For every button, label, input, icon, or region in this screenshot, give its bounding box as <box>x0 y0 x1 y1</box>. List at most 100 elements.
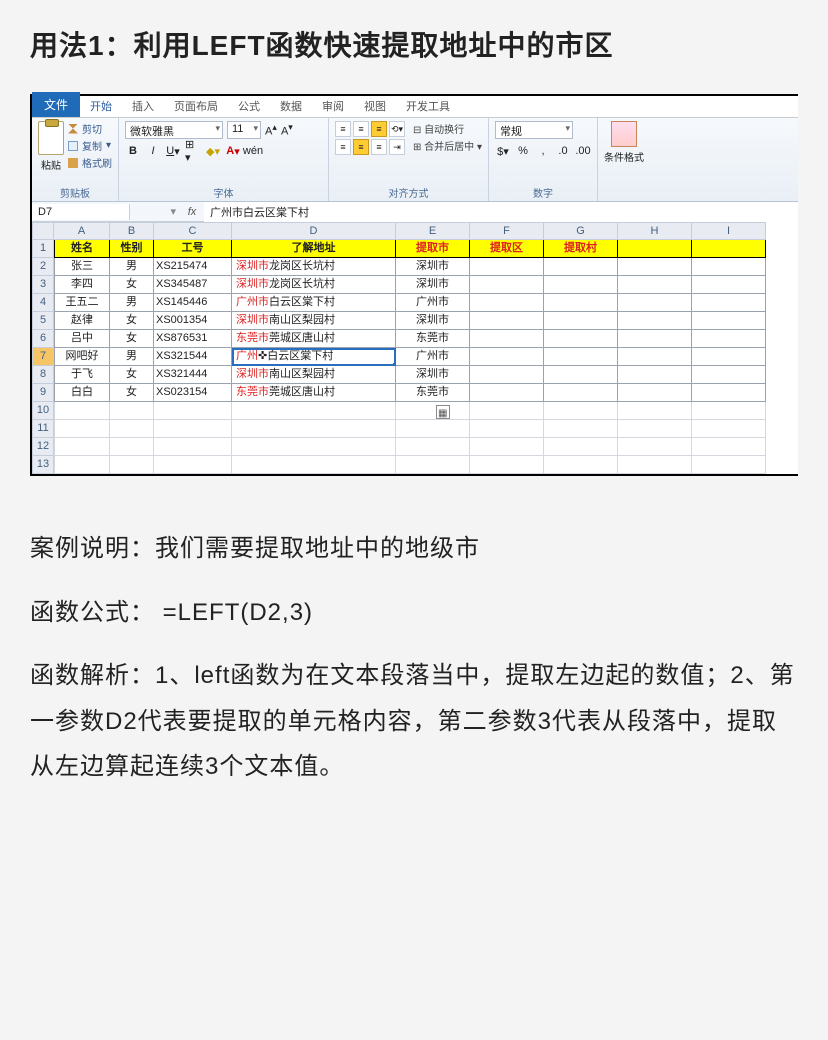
cut-button[interactable]: 剪切 <box>68 121 112 136</box>
header-cell-H[interactable] <box>618 240 692 258</box>
cell-E13[interactable] <box>396 456 470 474</box>
cell-D9[interactable]: 东莞市莞城区唐山村 <box>232 384 396 402</box>
cell-E5[interactable]: 深圳市 <box>396 312 470 330</box>
cell-E11[interactable] <box>396 420 470 438</box>
cell-H13[interactable] <box>618 456 692 474</box>
cell-D12[interactable] <box>232 438 396 456</box>
cell-G10[interactable] <box>544 402 618 420</box>
col-header-D[interactable]: D <box>232 222 396 240</box>
tab-view[interactable]: 视图 <box>354 95 396 117</box>
cell-G4[interactable] <box>544 294 618 312</box>
cell-H10[interactable] <box>618 402 692 420</box>
col-header-C[interactable]: C <box>154 222 232 240</box>
cell-G6[interactable] <box>544 330 618 348</box>
cell-E9[interactable]: 东莞市 <box>396 384 470 402</box>
cell-C5[interactable]: XS001354 <box>154 312 232 330</box>
cell-F11[interactable] <box>470 420 544 438</box>
cell-D5[interactable]: 深圳市南山区梨园村 <box>232 312 396 330</box>
cell-B11[interactable] <box>110 420 154 438</box>
cell-H4[interactable] <box>618 294 692 312</box>
cell-B10[interactable] <box>110 402 154 420</box>
border-button[interactable]: ⊞ ▾ <box>185 143 201 159</box>
row-header-5[interactable]: 5 <box>32 312 54 330</box>
row-header-8[interactable]: 8 <box>32 366 54 384</box>
cell-D3[interactable]: 深圳市龙岗区长坑村 <box>232 276 396 294</box>
cell-H7[interactable] <box>618 348 692 366</box>
cell-D4[interactable]: 广州市白云区棠下村 <box>232 294 396 312</box>
cell-I10[interactable] <box>692 402 766 420</box>
row-header-12[interactable]: 12 <box>32 438 54 456</box>
cell-C2[interactable]: XS215474 <box>154 258 232 276</box>
col-header-A[interactable]: A <box>54 222 110 240</box>
cell-F9[interactable] <box>470 384 544 402</box>
cell-C12[interactable] <box>154 438 232 456</box>
inc-decimal-icon[interactable]: .0 <box>555 143 571 159</box>
align-center-icon[interactable]: ≡ <box>353 139 369 155</box>
cell-I11[interactable] <box>692 420 766 438</box>
cell-A8[interactable]: 于飞 <box>54 366 110 384</box>
fx-icon[interactable]: fx <box>180 206 204 218</box>
indent-icon[interactable]: ⇥ <box>389 139 405 155</box>
cell-G12[interactable] <box>544 438 618 456</box>
cell-B8[interactable]: 女 <box>110 366 154 384</box>
row-header-6[interactable]: 6 <box>32 330 54 348</box>
header-cell-B[interactable]: 性别 <box>110 240 154 258</box>
col-header-B[interactable]: B <box>110 222 154 240</box>
cell-G3[interactable] <box>544 276 618 294</box>
cell-A3[interactable]: 李四 <box>54 276 110 294</box>
fill-color-button[interactable]: ◆▾ <box>205 143 221 159</box>
cell-F2[interactable] <box>470 258 544 276</box>
cell-B4[interactable]: 男 <box>110 294 154 312</box>
number-format-dropdown[interactable]: 常规 <box>495 121 573 139</box>
font-name-dropdown[interactable]: 微软雅黑 <box>125 121 223 139</box>
cell-F5[interactable] <box>470 312 544 330</box>
cell-I12[interactable] <box>692 438 766 456</box>
row-header-2[interactable]: 2 <box>32 258 54 276</box>
cell-E2[interactable]: 深圳市 <box>396 258 470 276</box>
cell-F4[interactable] <box>470 294 544 312</box>
cell-D11[interactable] <box>232 420 396 438</box>
percent-icon[interactable]: % <box>515 143 531 159</box>
italic-button[interactable]: I <box>145 143 161 159</box>
col-header-E[interactable]: E <box>396 222 470 240</box>
cell-H5[interactable] <box>618 312 692 330</box>
cell-H8[interactable] <box>618 366 692 384</box>
cell-A10[interactable] <box>54 402 110 420</box>
cell-F10[interactable] <box>470 402 544 420</box>
tab-dev[interactable]: 开发工具 <box>396 95 460 117</box>
tab-home[interactable]: 开始 <box>80 95 122 117</box>
copy-button[interactable]: 复制 ▾ <box>68 138 112 153</box>
row-header-10[interactable]: 10 <box>32 402 54 420</box>
cell-H2[interactable] <box>618 258 692 276</box>
cell-F6[interactable] <box>470 330 544 348</box>
tab-file[interactable]: 文件 <box>32 92 80 117</box>
merge-center-button[interactable]: ⊞ 合并后居中 ▾ <box>413 138 482 153</box>
cell-E6[interactable]: 东莞市 <box>396 330 470 348</box>
cell-B12[interactable] <box>110 438 154 456</box>
underline-button[interactable]: U ▾ <box>165 143 181 159</box>
cell-I5[interactable] <box>692 312 766 330</box>
align-top-icon[interactable]: ≡ <box>335 121 351 137</box>
cell-B13[interactable] <box>110 456 154 474</box>
cell-E12[interactable] <box>396 438 470 456</box>
cell-B9[interactable]: 女 <box>110 384 154 402</box>
col-header-G[interactable]: G <box>544 222 618 240</box>
comma-icon[interactable]: , <box>535 143 551 159</box>
cell-B7[interactable]: 男 <box>110 348 154 366</box>
cell-C13[interactable] <box>154 456 232 474</box>
cell-E4[interactable]: 广州市 <box>396 294 470 312</box>
orientation-icon[interactable]: ⟲▾ <box>389 121 405 137</box>
cell-F8[interactable] <box>470 366 544 384</box>
cell-C10[interactable] <box>154 402 232 420</box>
fill-handle[interactable] <box>393 363 396 366</box>
cell-I2[interactable] <box>692 258 766 276</box>
row-header-7[interactable]: 7 <box>32 348 54 366</box>
cell-H12[interactable] <box>618 438 692 456</box>
row-header-4[interactable]: 4 <box>32 294 54 312</box>
tab-layout[interactable]: 页面布局 <box>164 95 228 117</box>
cell-F7[interactable] <box>470 348 544 366</box>
bold-button[interactable]: B <box>125 143 141 159</box>
cell-A5[interactable]: 赵律 <box>54 312 110 330</box>
cell-G9[interactable] <box>544 384 618 402</box>
cell-C11[interactable] <box>154 420 232 438</box>
